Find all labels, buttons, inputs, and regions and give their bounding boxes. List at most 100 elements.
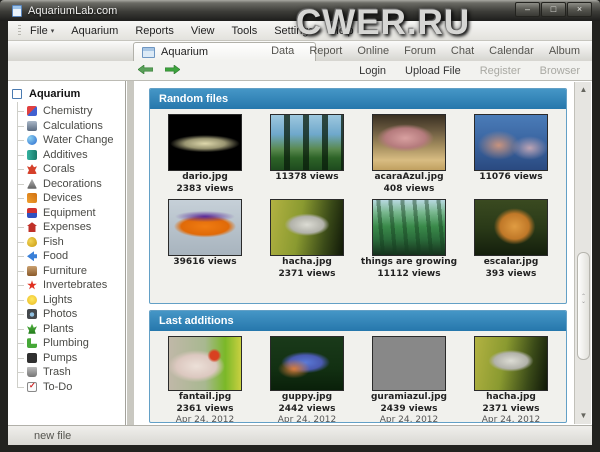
maximize-button[interactable]: □ (541, 2, 566, 17)
sidebar-item-devices[interactable]: Devices (8, 191, 125, 206)
file-name[interactable]: hacha.jpg (282, 256, 332, 268)
sidebar-item-chemistry[interactable]: Chemistry (8, 104, 125, 119)
tab-online[interactable]: Online (357, 45, 389, 57)
thumbnail-guramiazul[interactable] (372, 336, 446, 391)
aquarium-node-icon (12, 89, 22, 99)
sidebar-item-expenses[interactable]: Expenses (8, 220, 125, 235)
last-additions-grid: fantail.jpg2361 viewsApr 24, 2012 guppy.… (150, 331, 566, 423)
sidebar-item-photos[interactable]: Photos (8, 307, 125, 322)
file-cell: guppy.jpg2442 viewsApr 24, 2012 (256, 336, 358, 423)
last-additions-panel: Last additions fantail.jpg2361 viewsApr … (149, 310, 567, 423)
tab-bar: Aquarium Data Report Online Forum Chat C… (8, 41, 592, 61)
vertical-scrollbar[interactable]: ▲ ▼ (574, 82, 591, 424)
sidebar-item-decorations[interactable]: Decorations (8, 177, 125, 192)
view-count: 11378 views (275, 171, 338, 183)
status-bar: new file (8, 425, 592, 445)
active-tab-label: Aquarium (161, 46, 208, 58)
sidebar-item-plumbing[interactable]: Plumbing (8, 336, 125, 351)
forward-arrow-icon[interactable] (165, 65, 180, 74)
file-name[interactable]: dario.jpg (182, 171, 228, 183)
view-count: 39616 views (173, 256, 236, 268)
file-name[interactable]: fantail.jpg (179, 391, 231, 403)
plumbing-pipe-icon (27, 338, 37, 348)
sidebar-root-label: Aquarium (29, 88, 80, 100)
file-name[interactable]: things are growing (361, 256, 457, 268)
menu-aquarium[interactable]: Aquarium (71, 25, 118, 37)
random-files-grid: dario.jpg2383 views 11378 views acaraAzu… (150, 109, 566, 280)
devices-tool-icon (27, 193, 37, 203)
sidebar-item-furniture[interactable]: Furniture (8, 264, 125, 279)
close-button[interactable]: × (567, 2, 592, 17)
sidebar-root-aquarium[interactable]: Aquarium (8, 86, 125, 102)
sidebar-item-calculations[interactable]: Calculations (8, 119, 125, 134)
toolbar: Login Upload File Register Browser (8, 61, 592, 81)
sidebar-item-trash[interactable]: Trash (8, 365, 125, 380)
sidebar-item-fish[interactable]: Fish (8, 235, 125, 250)
tab-calendar[interactable]: Calendar (489, 45, 534, 57)
view-count: 2442 views (279, 403, 336, 415)
tab-chat[interactable]: Chat (451, 45, 474, 57)
food-icon (27, 251, 37, 261)
thumbnail-hacha-2[interactable] (474, 336, 548, 391)
expenses-house-icon (27, 222, 37, 232)
tab-album[interactable]: Album (549, 45, 580, 57)
tab-forum[interactable]: Forum (404, 45, 436, 57)
sidebar-item-additives[interactable]: Additives (8, 148, 125, 163)
file-date: Apr 24, 2012 (482, 415, 541, 423)
file-cell: guramiazul.jpg2439 viewsApr 24, 2012 (358, 336, 460, 423)
upload-file-button[interactable]: Upload File (405, 65, 461, 77)
file-cell: fantail.jpg2361 viewsApr 24, 2012 (154, 336, 256, 423)
file-name[interactable]: hacha.jpg (486, 391, 536, 403)
status-text: new file (34, 430, 71, 442)
thumbnail-guppy[interactable] (270, 336, 344, 391)
scroll-up-button[interactable]: ▲ (576, 82, 591, 98)
menu-tools[interactable]: Tools (232, 25, 258, 37)
file-date: Apr 24, 2012 (380, 415, 439, 423)
sidebar-item-corals[interactable]: Corals (8, 162, 125, 177)
tab-data[interactable]: Data (271, 45, 294, 57)
menu-reports[interactable]: Reports (135, 25, 174, 37)
sidebar-tree: Aquarium Chemistry Calculations Water Ch… (8, 81, 126, 425)
file-name[interactable]: guppy.jpg (282, 391, 332, 403)
coral-icon (27, 164, 37, 174)
cwer-watermark: CWER.RU (296, 3, 470, 43)
file-cell: 11076 views (460, 114, 562, 195)
sidebar-item-equipment[interactable]: Equipment (8, 206, 125, 221)
thumbnail-reef[interactable] (474, 114, 548, 171)
sidebar-item-plants[interactable]: Plants (8, 322, 125, 337)
file-cell: 11378 views (256, 114, 358, 195)
menu-view[interactable]: View (191, 25, 215, 37)
lights-bulb-icon (27, 295, 37, 305)
file-name[interactable]: acaraAzul.jpg (374, 171, 443, 183)
thumbnail-fantail[interactable] (168, 336, 242, 391)
sidebar-item-todo[interactable]: To-Do (8, 380, 125, 395)
thumbnail-hacha[interactable] (270, 199, 344, 256)
tab-report[interactable]: Report (309, 45, 342, 57)
scroll-down-button[interactable]: ▼ (576, 408, 591, 424)
thumbnail-escalar[interactable] (474, 199, 548, 256)
sidebar-item-pumps[interactable]: Pumps (8, 351, 125, 366)
random-files-panel: Random files dario.jpg2383 views 11378 v… (149, 88, 567, 304)
browser-button: Browser (540, 65, 580, 77)
thumbnail-palms[interactable] (270, 114, 344, 171)
app-icon (12, 5, 22, 17)
file-name[interactable]: guramiazul.jpg (371, 391, 447, 403)
file-name[interactable]: escalar.jpg (484, 256, 539, 268)
minimize-button[interactable]: ‒ (515, 2, 540, 17)
thumbnail-acara-azul[interactable] (372, 114, 446, 171)
sidebar-splitter[interactable] (127, 81, 134, 425)
thumbnail-dario[interactable] (168, 114, 242, 171)
menu-file[interactable]: File▾ (30, 25, 54, 37)
sidebar-item-invertebrates[interactable]: Invertebrates (8, 278, 125, 293)
login-button[interactable]: Login (359, 65, 386, 77)
sidebar-item-water-change[interactable]: Water Change (8, 133, 125, 148)
sidebar-item-food[interactable]: Food (8, 249, 125, 264)
back-arrow-icon[interactable] (138, 65, 153, 74)
todo-clipboard-icon (27, 382, 37, 392)
sidebar-item-lights[interactable]: Lights (8, 293, 125, 308)
thumbnail-orange-fish[interactable] (168, 199, 242, 256)
file-cell: hacha.jpg2371 views (256, 199, 358, 280)
file-cell: dario.jpg2383 views (154, 114, 256, 195)
thumbnail-growing-plants[interactable] (372, 199, 446, 256)
scrollbar-thumb[interactable] (577, 252, 590, 360)
